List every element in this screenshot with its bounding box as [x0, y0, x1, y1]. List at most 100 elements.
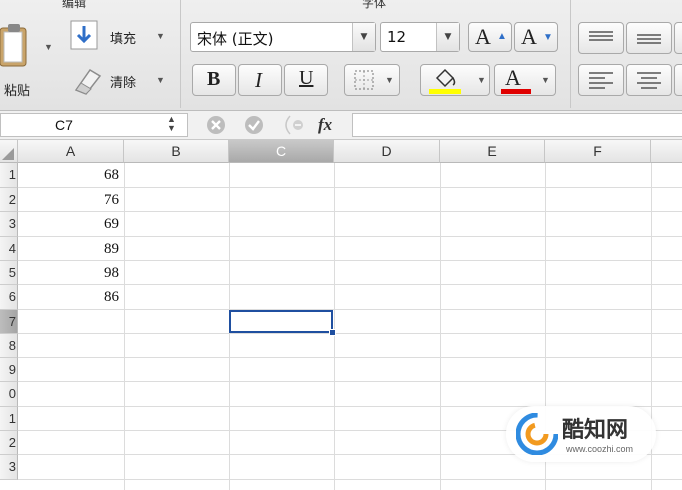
- font-color-dropdown-caret[interactable]: ▼: [541, 75, 550, 85]
- font-name-dropdown-icon[interactable]: ▼: [352, 23, 375, 51]
- italic-label: I: [255, 68, 262, 92]
- borders-icon: [354, 70, 374, 90]
- cancel-icon[interactable]: [206, 115, 226, 135]
- column-header-b[interactable]: B: [124, 140, 229, 163]
- clear-dropdown-caret[interactable]: ▼: [156, 75, 165, 85]
- column-header-d[interactable]: D: [334, 140, 440, 163]
- highlight-color-swatch: [429, 89, 461, 94]
- gridline: [18, 357, 682, 358]
- borders-dropdown-caret[interactable]: ▼: [385, 75, 394, 85]
- align-middle-button[interactable]: [626, 22, 672, 54]
- column-header-e[interactable]: E: [440, 140, 545, 163]
- paste-dropdown-caret[interactable]: ▼: [44, 42, 53, 52]
- column-header-a[interactable]: A: [18, 140, 124, 163]
- gridline: [18, 381, 682, 382]
- font-color-swatch: [501, 89, 531, 94]
- ribbon-separator: [570, 0, 571, 108]
- shrink-font-label: A: [521, 24, 537, 49]
- watermark-brand: 酷知网: [562, 418, 629, 443]
- fill-color-dropdown-caret[interactable]: ▼: [477, 75, 486, 85]
- shrink-font-arrow-icon: ▼: [543, 32, 553, 43]
- font-size-value: 12: [387, 28, 407, 46]
- enter-icon[interactable]: [244, 115, 264, 135]
- row-header[interactable]: 4: [0, 237, 18, 261]
- coozhi-logo-icon: [516, 413, 558, 455]
- font-group-title: 字体: [362, 0, 387, 10]
- watermark-url: www.coozhi.com: [566, 444, 634, 454]
- fill-handle[interactable]: [329, 329, 336, 336]
- gridline: [18, 333, 682, 334]
- eraser-icon: [74, 68, 102, 95]
- fill-down-icon: [70, 20, 98, 50]
- row-header[interactable]: 3: [0, 455, 18, 480]
- align-left-button[interactable]: [578, 64, 624, 96]
- cell-a5[interactable]: 98: [18, 261, 124, 285]
- fill-dropdown-caret[interactable]: ▼: [156, 31, 165, 41]
- select-all-corner[interactable]: [0, 140, 18, 163]
- row-header[interactable]: 8: [0, 334, 18, 358]
- name-box[interactable]: C7 ▲ ▼: [0, 113, 188, 137]
- formula-bar: C7 ▲ ▼ fx: [0, 111, 682, 140]
- align-middle-icon: [637, 34, 661, 44]
- fill-label: 填充: [110, 32, 137, 47]
- name-box-stepper-icon[interactable]: ▲ ▼: [167, 115, 176, 133]
- font-name-value: 宋体 (正文): [197, 30, 274, 48]
- formula-builder-icon[interactable]: [280, 114, 310, 136]
- cell-a1[interactable]: 68: [18, 163, 124, 187]
- font-name-select[interactable]: 宋体 (正文) ▼: [190, 22, 376, 52]
- active-cell-c7[interactable]: [229, 310, 333, 333]
- align-right-button[interactable]: [674, 64, 682, 96]
- column-header-g[interactable]: [651, 140, 682, 163]
- paste-button[interactable]: ▼ 粘贴: [0, 14, 58, 102]
- ribbon-separator: [180, 0, 181, 108]
- formula-input[interactable]: [352, 113, 682, 137]
- grow-font-button[interactable]: A ▲: [468, 22, 512, 52]
- align-top-icon: [589, 31, 613, 41]
- fx-label[interactable]: fx: [318, 115, 332, 135]
- column-header-f[interactable]: F: [545, 140, 651, 163]
- align-center-button[interactable]: [626, 64, 672, 96]
- clipboard-icon: [0, 24, 27, 67]
- row-header[interactable]: 1: [0, 407, 18, 431]
- select-all-icon: [2, 148, 14, 160]
- row-header[interactable]: 9: [0, 358, 18, 382]
- name-box-value: C7: [55, 117, 73, 133]
- row-header[interactable]: 6: [0, 285, 18, 310]
- cell-a3[interactable]: 69: [18, 212, 124, 236]
- column-header-c[interactable]: C: [229, 140, 334, 163]
- row-header[interactable]: 1: [0, 163, 18, 188]
- italic-button[interactable]: I: [238, 64, 282, 96]
- clear-button[interactable]: 清除 ▼: [70, 64, 170, 98]
- cell-a4[interactable]: 89: [18, 237, 124, 261]
- cell-a2[interactable]: 76: [18, 188, 124, 212]
- row-header[interactable]: 2: [0, 431, 18, 455]
- font-color-button[interactable]: A ▼: [494, 64, 556, 96]
- grow-font-arrow-icon: ▲: [497, 31, 507, 42]
- gridline: [124, 163, 125, 490]
- row-header[interactable]: 2: [0, 188, 18, 212]
- underline-button[interactable]: U: [284, 64, 328, 96]
- borders-button[interactable]: ▼: [344, 64, 400, 96]
- bold-button[interactable]: B: [192, 64, 236, 96]
- cell-a6[interactable]: 86: [18, 285, 124, 309]
- gridline: [440, 163, 441, 490]
- font-size-dropdown-icon[interactable]: ▼: [436, 23, 459, 51]
- align-center-icon: [637, 72, 661, 89]
- fill-color-button[interactable]: ▼: [420, 64, 490, 96]
- gridline: [18, 479, 682, 480]
- align-bottom-button[interactable]: [674, 22, 682, 54]
- watermark: 酷知网 www.coozhi.com: [506, 406, 656, 462]
- gridline: [18, 309, 682, 310]
- paste-label: 粘贴: [4, 84, 31, 99]
- fill-button[interactable]: 填充 ▼: [70, 20, 170, 54]
- row-header[interactable]: 3: [0, 212, 18, 237]
- edit-group-title: 编辑: [62, 0, 87, 10]
- font-size-select[interactable]: 12 ▼: [380, 22, 460, 52]
- align-top-button[interactable]: [578, 22, 624, 54]
- shrink-font-button[interactable]: A ▼: [514, 22, 558, 52]
- font-color-label: A: [505, 65, 521, 90]
- row-header[interactable]: 5: [0, 261, 18, 285]
- row-header[interactable]: 0: [0, 382, 18, 407]
- underline-label: U: [299, 67, 314, 89]
- row-header-selected[interactable]: 7: [0, 310, 18, 334]
